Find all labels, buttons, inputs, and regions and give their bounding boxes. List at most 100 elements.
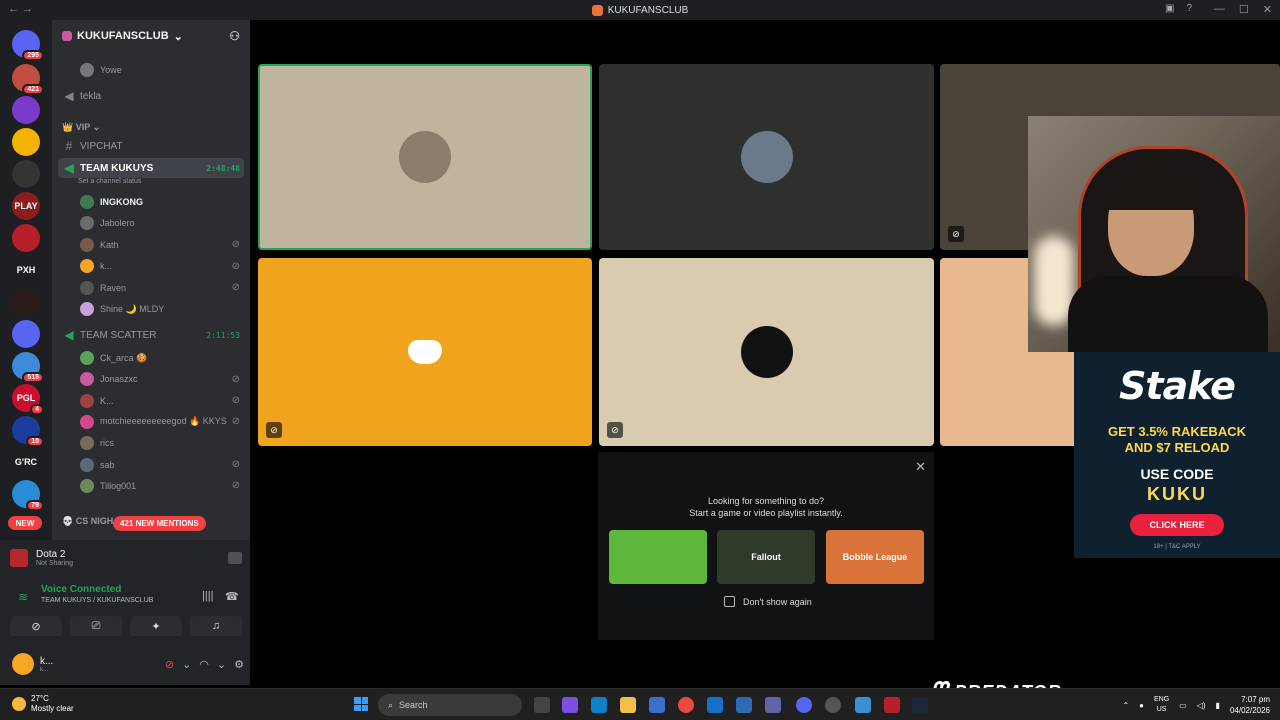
mute-mic-button[interactable]: ⊘ (165, 658, 174, 671)
server-icon[interactable] (12, 96, 40, 124)
channel-status[interactable]: Set a channel status (78, 178, 141, 185)
dota-icon[interactable] (884, 697, 900, 713)
channel-tekla[interactable]: ◀ tekla (58, 86, 244, 106)
voice-member[interactable]: INGKONG (80, 192, 244, 212)
file-explorer-icon[interactable] (620, 697, 636, 713)
server-icon[interactable] (12, 224, 40, 252)
outlook-icon[interactable] (707, 697, 723, 713)
server-icon[interactable]: PLAY (12, 192, 40, 220)
network-icon[interactable]: ▭ (1179, 701, 1187, 710)
chevron-down-icon[interactable]: ⌄ (182, 658, 191, 671)
add-user-icon[interactable]: ⚇ (229, 29, 240, 43)
weather-widget[interactable]: 27°C Mostly clear (12, 694, 74, 714)
headphones-icon[interactable]: ◠ (199, 658, 209, 671)
voice-member[interactable]: Jabolero (80, 213, 244, 233)
category-vip[interactable]: 👑 VIP ⌄ (62, 122, 100, 133)
nav-back-forward[interactable]: ← → (8, 3, 33, 15)
server-icon[interactable]: 515 (12, 352, 44, 383)
soundboard-button[interactable]: ♫ (190, 616, 242, 636)
task-view-icon[interactable] (534, 697, 550, 713)
maximize-button[interactable]: ☐ (1239, 3, 1249, 16)
obs-icon[interactable] (825, 697, 841, 713)
game-card[interactable]: Bobble League (826, 530, 924, 584)
server-icon[interactable]: 79 (12, 480, 44, 511)
notification-badge: 10 (26, 436, 44, 447)
disconnect-icon[interactable]: ☎ (225, 590, 239, 603)
voice-member[interactable]: Yowe (80, 60, 244, 80)
member-avatar (80, 478, 94, 493)
battery-icon[interactable]: ▮ (1216, 701, 1220, 710)
settings-gear-icon[interactable]: ⚙ (234, 658, 244, 671)
signal-icon[interactable]: ≋ (18, 590, 28, 604)
teams-icon[interactable] (765, 697, 781, 713)
avatar[interactable] (12, 653, 34, 675)
voice-member[interactable]: Tillog001 ⊘ (80, 476, 244, 496)
server-header[interactable]: KUKUFANSCLUB ⌄ ⚇ (52, 20, 250, 52)
steam-icon[interactable] (912, 697, 928, 713)
copilot-icon[interactable] (562, 697, 578, 713)
ad-click-button[interactable]: CLICK HERE (1130, 514, 1224, 536)
camera-button[interactable]: ⊘ (10, 616, 62, 636)
voice-member[interactable]: Raven ⊘ (80, 278, 244, 298)
tray-chevron-icon[interactable]: ⌃ (1122, 701, 1129, 710)
inbox-icon[interactable]: ▣ (1165, 3, 1174, 14)
voice-member[interactable]: K... ⊘ (80, 391, 244, 411)
server-icon[interactable]: PGL 4 (12, 384, 44, 415)
server-icon[interactable]: G'RC (12, 448, 40, 476)
voice-member[interactable]: Jonaszxc ⊘ (80, 369, 244, 389)
channel-vipchat[interactable]: # VIPCHAT (58, 136, 244, 156)
voice-member[interactable]: Kath ⊘ (80, 235, 244, 255)
discord-icon[interactable] (796, 697, 812, 713)
channel-team-scatter[interactable]: ◀ TEAM SCATTER 2:11:53 (58, 325, 244, 345)
clock[interactable]: 7:07 pm 04/02/2026 (1230, 694, 1270, 716)
channel-team-kukuys[interactable]: ◀ TEAM KUKUYS 2:48:48 (58, 158, 244, 178)
share-screen-button[interactable]: ⎚ (70, 616, 122, 636)
start-button[interactable] (354, 697, 368, 711)
game-card[interactable]: Fallout (717, 530, 815, 584)
participant-tile[interactable]: ⊘ (258, 258, 592, 446)
mic-tray-icon[interactable]: ● (1139, 701, 1144, 710)
edge-icon[interactable] (591, 697, 607, 713)
activities-button[interactable]: ✦ (130, 616, 182, 636)
participant-tile[interactable] (258, 64, 592, 250)
server-icon[interactable] (12, 320, 40, 348)
new-badge[interactable]: NEW (8, 516, 42, 530)
server-icon[interactable] (12, 160, 40, 188)
notification-badge: 295 (22, 50, 44, 61)
notification-badge: 79 (26, 500, 44, 511)
noise-suppression-icon[interactable]: |||| (202, 590, 213, 602)
server-icon[interactable]: 421 (12, 64, 44, 95)
minimize-button[interactable]: — (1214, 3, 1225, 16)
language-indicator[interactable]: ENG US (1154, 695, 1169, 715)
server-icon[interactable]: PXH (12, 256, 40, 284)
close-icon[interactable]: ✕ (915, 459, 926, 475)
voice-member[interactable]: Shine 🌙 MLDY (80, 299, 244, 319)
server-icon[interactable] (12, 288, 40, 316)
username[interactable]: k... (40, 656, 53, 667)
volume-icon[interactable]: ◁) (1197, 701, 1206, 710)
store-icon[interactable] (649, 697, 665, 713)
voice-member[interactable]: motchieeeeeeeeegod 🔥 KKYS ⊘ (80, 412, 244, 432)
server-icon[interactable]: 295 (12, 30, 44, 61)
voice-member[interactable]: sab ⊘ (80, 455, 244, 475)
server-icon[interactable]: 10 (12, 416, 44, 447)
close-button[interactable]: ✕ (1263, 3, 1272, 16)
participant-tile[interactable] (599, 64, 934, 250)
search-icon: ⌕ (388, 699, 394, 710)
voice-member[interactable]: k... ⊘ (80, 256, 244, 276)
category-cs[interactable]: 💀 CS NIGH (62, 516, 113, 527)
chevron-down-icon[interactable]: ⌄ (217, 658, 226, 671)
chrome-icon[interactable] (678, 697, 694, 713)
help-icon[interactable]: ? (1186, 3, 1192, 14)
notepad-icon[interactable] (855, 697, 871, 713)
participant-tile[interactable]: ⊘ (599, 258, 934, 446)
dont-show-checkbox[interactable] (724, 596, 735, 607)
voice-member[interactable]: rics (80, 433, 244, 453)
voice-member[interactable]: Ck_arca 🍪 (80, 348, 244, 368)
app-icon[interactable] (736, 697, 752, 713)
screen-share-icon[interactable] (228, 552, 242, 564)
taskbar-search[interactable]: ⌕ Search (378, 694, 522, 716)
game-card[interactable] (609, 530, 707, 584)
new-mentions-badge[interactable]: 421 NEW MENTIONS (113, 516, 206, 531)
server-icon[interactable] (12, 128, 40, 156)
